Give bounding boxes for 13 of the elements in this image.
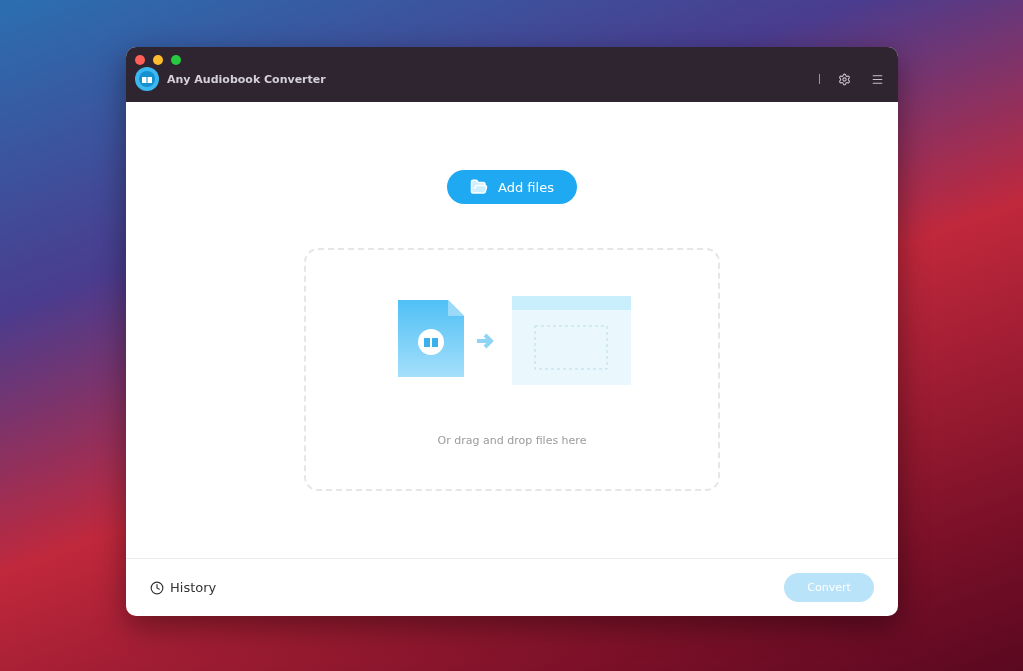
zoom-button[interactable] [171,55,181,65]
window-title: Any Audiobook Converter [167,72,327,86]
minimize-button[interactable] [153,55,163,65]
add-files-button[interactable]: Add files [447,170,577,204]
drop-hint: Or drag and drop files here [437,434,587,447]
menu-icon[interactable] [871,72,884,86]
settings-icon[interactable] [838,72,851,86]
drop-zone[interactable]: Or drag and drop files here [304,248,720,491]
folder-icon [470,178,489,196]
history-button[interactable]: History [150,580,217,595]
app-logo-icon [135,67,159,91]
clock-icon [150,580,164,595]
close-button[interactable] [135,55,145,65]
